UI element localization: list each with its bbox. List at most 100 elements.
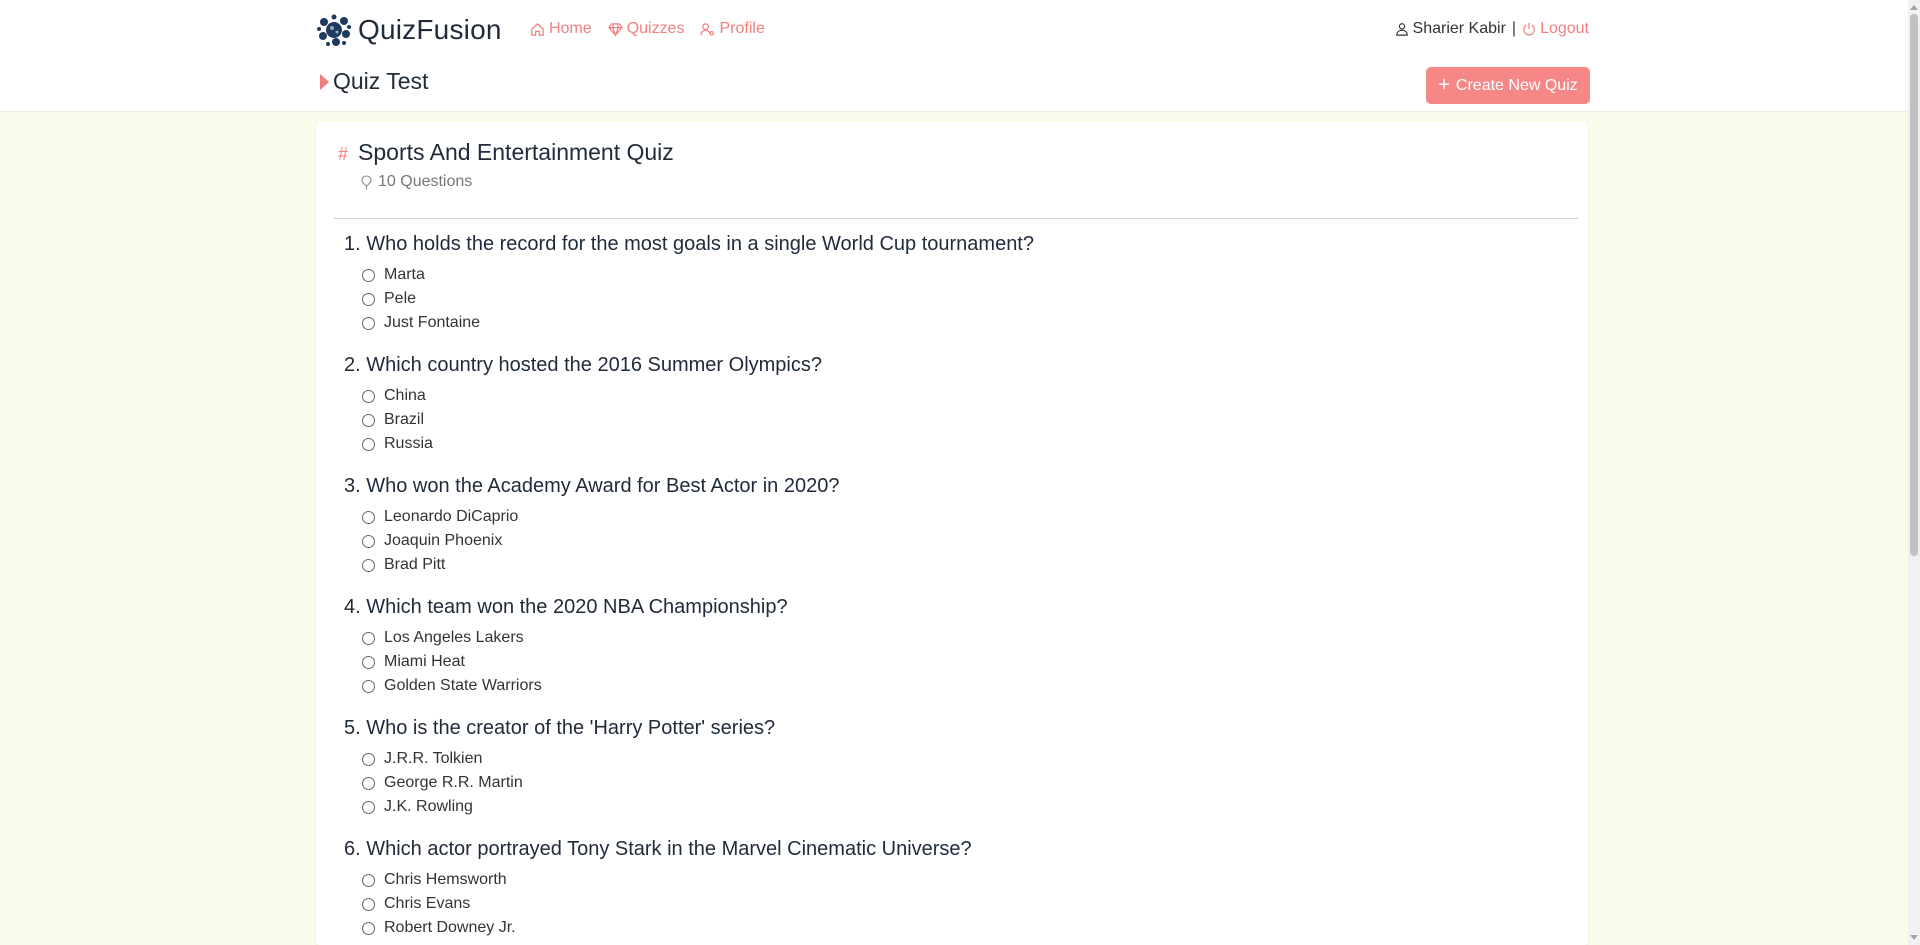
question-count: 10 Questions bbox=[360, 173, 472, 191]
question-3: 3. Who won the Academy Award for Best Ac… bbox=[344, 472, 1544, 577]
option-label: Marta bbox=[384, 266, 425, 283]
pin-icon bbox=[361, 174, 372, 189]
option-label: Leonardo DiCaprio bbox=[384, 508, 519, 525]
answer-option[interactable]: Brazil bbox=[362, 408, 1544, 432]
user-name: Sharier Kabir bbox=[1412, 20, 1506, 37]
radio-button[interactable] bbox=[362, 534, 375, 548]
question-4: 4. Which team won the 2020 NBA Champions… bbox=[344, 593, 1544, 698]
radio-button[interactable] bbox=[362, 655, 375, 669]
radio-button[interactable] bbox=[362, 437, 375, 451]
virus-cluster-logo-icon bbox=[317, 14, 351, 46]
answer-option[interactable]: Pele bbox=[362, 287, 1544, 311]
brand[interactable]: QuizFusion bbox=[316, 12, 502, 48]
question-6: 6. Which actor portrayed Tony Stark in t… bbox=[344, 835, 1544, 940]
answer-option[interactable]: Chris Evans bbox=[362, 892, 1544, 916]
options-list: Leonardo DiCaprio Joaquin Phoenix Brad P… bbox=[362, 505, 1544, 577]
answer-option[interactable]: Marta bbox=[362, 263, 1544, 287]
plus-icon: + bbox=[1438, 73, 1450, 96]
radio-button[interactable] bbox=[362, 631, 375, 645]
radio-button[interactable] bbox=[362, 413, 375, 427]
option-label: Chris Evans bbox=[384, 895, 471, 912]
nav-item-profile[interactable]: Profile bbox=[700, 20, 765, 38]
answer-option[interactable]: Joaquin Phoenix bbox=[362, 529, 1544, 553]
radio-button[interactable] bbox=[362, 752, 375, 766]
quiz-card: # Sports And Entertainment Quiz 10 Quest… bbox=[316, 122, 1588, 945]
answer-option[interactable]: George R.R. Martin bbox=[362, 771, 1544, 795]
answer-option[interactable]: Russia bbox=[362, 432, 1544, 456]
question-count-label: 10 Questions bbox=[378, 173, 473, 190]
answer-option[interactable]: J.K. Rowling bbox=[362, 795, 1544, 819]
question-5: 5. Who is the creator of the 'Harry Pott… bbox=[344, 714, 1544, 819]
question-text: 5. Who is the creator of the 'Harry Pott… bbox=[344, 717, 776, 739]
top-header: QuizFusion Home Quizzes Profile Sharier … bbox=[0, 0, 1908, 112]
home-icon bbox=[531, 22, 544, 36]
option-label: Russia bbox=[384, 435, 433, 452]
question-2: 2. Which country hosted the 2016 Summer … bbox=[344, 351, 1544, 456]
quiz-title: # Sports And Entertainment Quiz bbox=[338, 139, 674, 166]
hash-icon: # bbox=[338, 144, 349, 164]
radio-button[interactable] bbox=[362, 679, 375, 693]
answer-option[interactable]: Chris Hemsworth bbox=[362, 868, 1544, 892]
page-title: Quiz Test bbox=[320, 68, 428, 95]
options-list: Chris Hemsworth Chris Evans Robert Downe… bbox=[362, 868, 1544, 940]
power-icon bbox=[1523, 22, 1535, 36]
answer-option[interactable]: Leonardo DiCaprio bbox=[362, 505, 1544, 529]
page-scrollbar[interactable] bbox=[1908, 0, 1920, 945]
radio-button[interactable] bbox=[362, 268, 375, 282]
option-label: J.K. Rowling bbox=[384, 798, 473, 815]
logout-label: Logout bbox=[1540, 20, 1589, 37]
radio-button[interactable] bbox=[362, 510, 375, 524]
radio-button[interactable] bbox=[362, 921, 375, 935]
page-title-text: Quiz Test bbox=[333, 68, 429, 94]
question-text: 4. Which team won the 2020 NBA Champions… bbox=[344, 596, 788, 618]
answer-option[interactable]: J.R.R. Tolkien bbox=[362, 747, 1544, 771]
options-list: Marta Pele Just Fontaine bbox=[362, 263, 1544, 335]
radio-button[interactable] bbox=[362, 316, 375, 330]
option-label: Los Angeles Lakers bbox=[384, 629, 524, 646]
create-new-quiz-button[interactable]: + Create New Quiz bbox=[1426, 67, 1590, 104]
questions-list: 1. Who holds the record for the most goa… bbox=[344, 230, 1544, 945]
user-area: Sharier Kabir | Logout bbox=[1395, 20, 1589, 38]
option-label: Just Fontaine bbox=[384, 314, 481, 331]
nav-label-quizzes: Quizzes bbox=[626, 20, 685, 37]
option-label: George R.R. Martin bbox=[384, 774, 523, 791]
answer-option[interactable]: China bbox=[362, 384, 1544, 408]
option-label: Joaquin Phoenix bbox=[384, 532, 503, 549]
answer-option[interactable]: Golden State Warriors bbox=[362, 674, 1544, 698]
question-1: 1. Who holds the record for the most goa… bbox=[344, 230, 1544, 335]
brand-name: QuizFusion bbox=[358, 14, 502, 45]
question-text: 1. Who holds the record for the most goa… bbox=[344, 233, 1034, 255]
nav-item-home[interactable]: Home bbox=[530, 20, 592, 38]
radio-button[interactable] bbox=[362, 800, 375, 814]
answer-option[interactable]: Robert Downey Jr. bbox=[362, 916, 1544, 940]
option-label: Brad Pitt bbox=[384, 556, 446, 573]
option-label: China bbox=[384, 387, 426, 404]
option-label: Pele bbox=[384, 290, 417, 307]
scrollbar-thumb[interactable] bbox=[1910, 14, 1918, 556]
nav-item-quizzes[interactable]: Quizzes bbox=[607, 20, 685, 38]
user-outline-icon bbox=[700, 22, 715, 36]
create-new-quiz-label: Create New Quiz bbox=[1455, 76, 1578, 94]
radio-button[interactable] bbox=[362, 292, 375, 306]
user-separator: | bbox=[1511, 20, 1517, 37]
radio-button[interactable] bbox=[362, 873, 375, 887]
scroll-down-arrow-icon[interactable] bbox=[1910, 935, 1918, 940]
user-icon bbox=[1395, 23, 1408, 36]
option-label: Chris Hemsworth bbox=[384, 871, 507, 888]
options-list: Los Angeles Lakers Miami Heat Golden Sta… bbox=[362, 626, 1544, 698]
scroll-up-arrow-icon[interactable] bbox=[1910, 5, 1918, 10]
radio-button[interactable] bbox=[362, 389, 375, 403]
option-label: Robert Downey Jr. bbox=[384, 919, 516, 936]
answer-option[interactable]: Brad Pitt bbox=[362, 553, 1544, 577]
answer-option[interactable]: Just Fontaine bbox=[362, 311, 1544, 335]
radio-button[interactable] bbox=[362, 558, 375, 572]
options-list: China Brazil Russia bbox=[362, 384, 1544, 456]
radio-button[interactable] bbox=[362, 776, 375, 790]
answer-option[interactable]: Miami Heat bbox=[362, 650, 1544, 674]
option-label: Golden State Warriors bbox=[384, 677, 542, 694]
question-text: 2. Which country hosted the 2016 Summer … bbox=[344, 354, 822, 376]
logout-link[interactable]: Logout bbox=[1522, 20, 1589, 38]
answer-option[interactable]: Los Angeles Lakers bbox=[362, 626, 1544, 650]
radio-button[interactable] bbox=[362, 897, 375, 911]
options-list: J.R.R. Tolkien George R.R. Martin J.K. R… bbox=[362, 747, 1544, 819]
